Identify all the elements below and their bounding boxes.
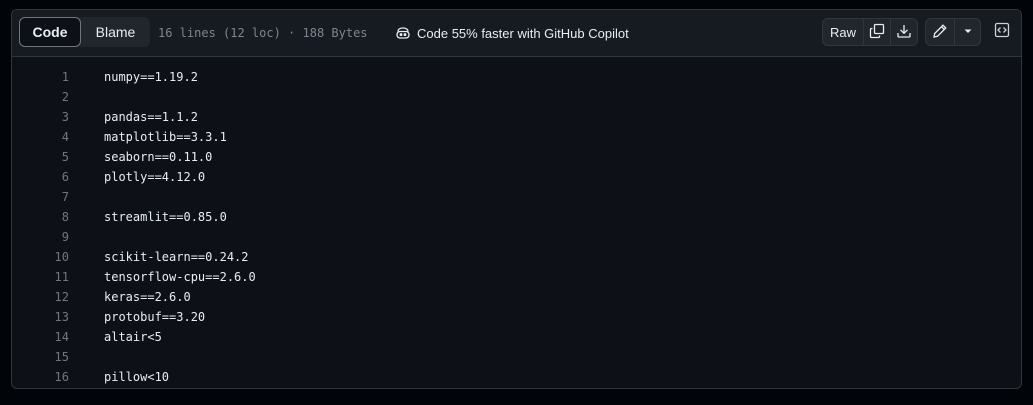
copy-raw-button[interactable] (863, 19, 890, 45)
line-number[interactable]: 16 (12, 367, 69, 387)
code-line: 15 (12, 347, 1021, 367)
code-line: 11 tensorflow-cpu==2.6.0 (12, 267, 1021, 287)
code-line: 8 streamlit==0.85.0 (12, 207, 1021, 227)
code-line: 12 keras==2.6.0 (12, 287, 1021, 307)
code-line: 13 protobuf==3.20 (12, 307, 1021, 327)
line-content: seaborn==0.11.0 (104, 150, 213, 164)
code-line: 9 (12, 227, 1021, 247)
code-line: 4 matplotlib==3.3.1 (12, 127, 1021, 147)
line-number[interactable]: 14 (12, 327, 69, 347)
code-content: 1 numpy==1.19.2 2 3 pandas==1.1.2 4 matplotlib… (12, 57, 1021, 388)
edit-group (925, 18, 981, 46)
download-icon (896, 23, 912, 42)
line-number[interactable]: 7 (12, 187, 69, 207)
copilot-promo-text: Code 55% faster with GitHub Copilot (417, 25, 629, 41)
copilot-icon (395, 25, 411, 41)
line-number[interactable]: 4 (12, 127, 69, 147)
code-tab[interactable]: Code (19, 17, 81, 47)
code-line: 1 numpy==1.19.2 (12, 67, 1021, 87)
code-line: 16 pillow<10 (12, 367, 1021, 387)
file-info: 16 lines (12 loc) · 188 Bytes (158, 26, 368, 40)
line-content: protobuf==3.20 (104, 310, 206, 324)
file-toolbar: Code Blame 16 lines (12 loc) · 188 Bytes… (12, 10, 1021, 57)
code-line: 6 plotly==4.12.0 (12, 167, 1021, 187)
line-number[interactable]: 13 (12, 307, 69, 327)
line-content: pandas==1.1.2 (104, 110, 198, 124)
line-number[interactable]: 5 (12, 147, 69, 167)
blame-tab[interactable]: Blame (81, 17, 150, 47)
line-content: keras==2.6.0 (104, 290, 191, 304)
line-number[interactable]: 11 (12, 267, 69, 287)
line-number[interactable]: 3 (12, 107, 69, 127)
line-number[interactable]: 9 (12, 227, 69, 247)
line-content: pillow<10 (104, 370, 170, 384)
copy-icon (869, 23, 885, 42)
code-line: 10 scikit-learn==0.24.2 (12, 247, 1021, 267)
line-number[interactable]: 10 (12, 247, 69, 267)
raw-copy-download-group: Raw (822, 18, 918, 46)
line-content: numpy==1.19.2 (104, 70, 198, 84)
line-content: tensorflow-cpu==2.6.0 (104, 270, 256, 284)
symbols-panel-button[interactable] (992, 22, 1012, 42)
code-square-icon (994, 22, 1010, 43)
view-mode-switch: Code Blame (19, 17, 150, 47)
code-line: 3 pandas==1.1.2 (12, 107, 1021, 127)
line-number[interactable]: 8 (12, 207, 69, 227)
line-number[interactable]: 15 (12, 347, 69, 367)
edit-options-dropdown[interactable] (954, 19, 980, 45)
code-line: 7 (12, 187, 1021, 207)
line-number[interactable]: 1 (12, 67, 69, 87)
line-content: plotly==4.12.0 (104, 170, 206, 184)
line-number[interactable]: 2 (12, 87, 69, 107)
line-content: streamlit==0.85.0 (104, 210, 227, 224)
line-number[interactable]: 6 (12, 167, 69, 187)
pencil-icon (932, 23, 948, 42)
raw-button[interactable]: Raw (823, 19, 863, 45)
file-viewer: Code Blame 16 lines (12 loc) · 188 Bytes… (11, 9, 1022, 389)
edit-button[interactable] (926, 19, 954, 45)
copilot-promo-link[interactable]: Code 55% faster with GitHub Copilot (395, 24, 629, 42)
line-number[interactable]: 12 (12, 287, 69, 307)
code-line: 5 seaborn==0.11.0 (12, 147, 1021, 167)
code-line: 14 altair<5 (12, 327, 1021, 347)
triangle-down-icon (962, 25, 974, 40)
line-content: scikit-learn==0.24.2 (104, 250, 249, 264)
download-button[interactable] (890, 19, 917, 45)
line-content: matplotlib==3.3.1 (104, 130, 227, 144)
line-content: altair<5 (104, 330, 162, 344)
code-line: 2 (12, 87, 1021, 107)
